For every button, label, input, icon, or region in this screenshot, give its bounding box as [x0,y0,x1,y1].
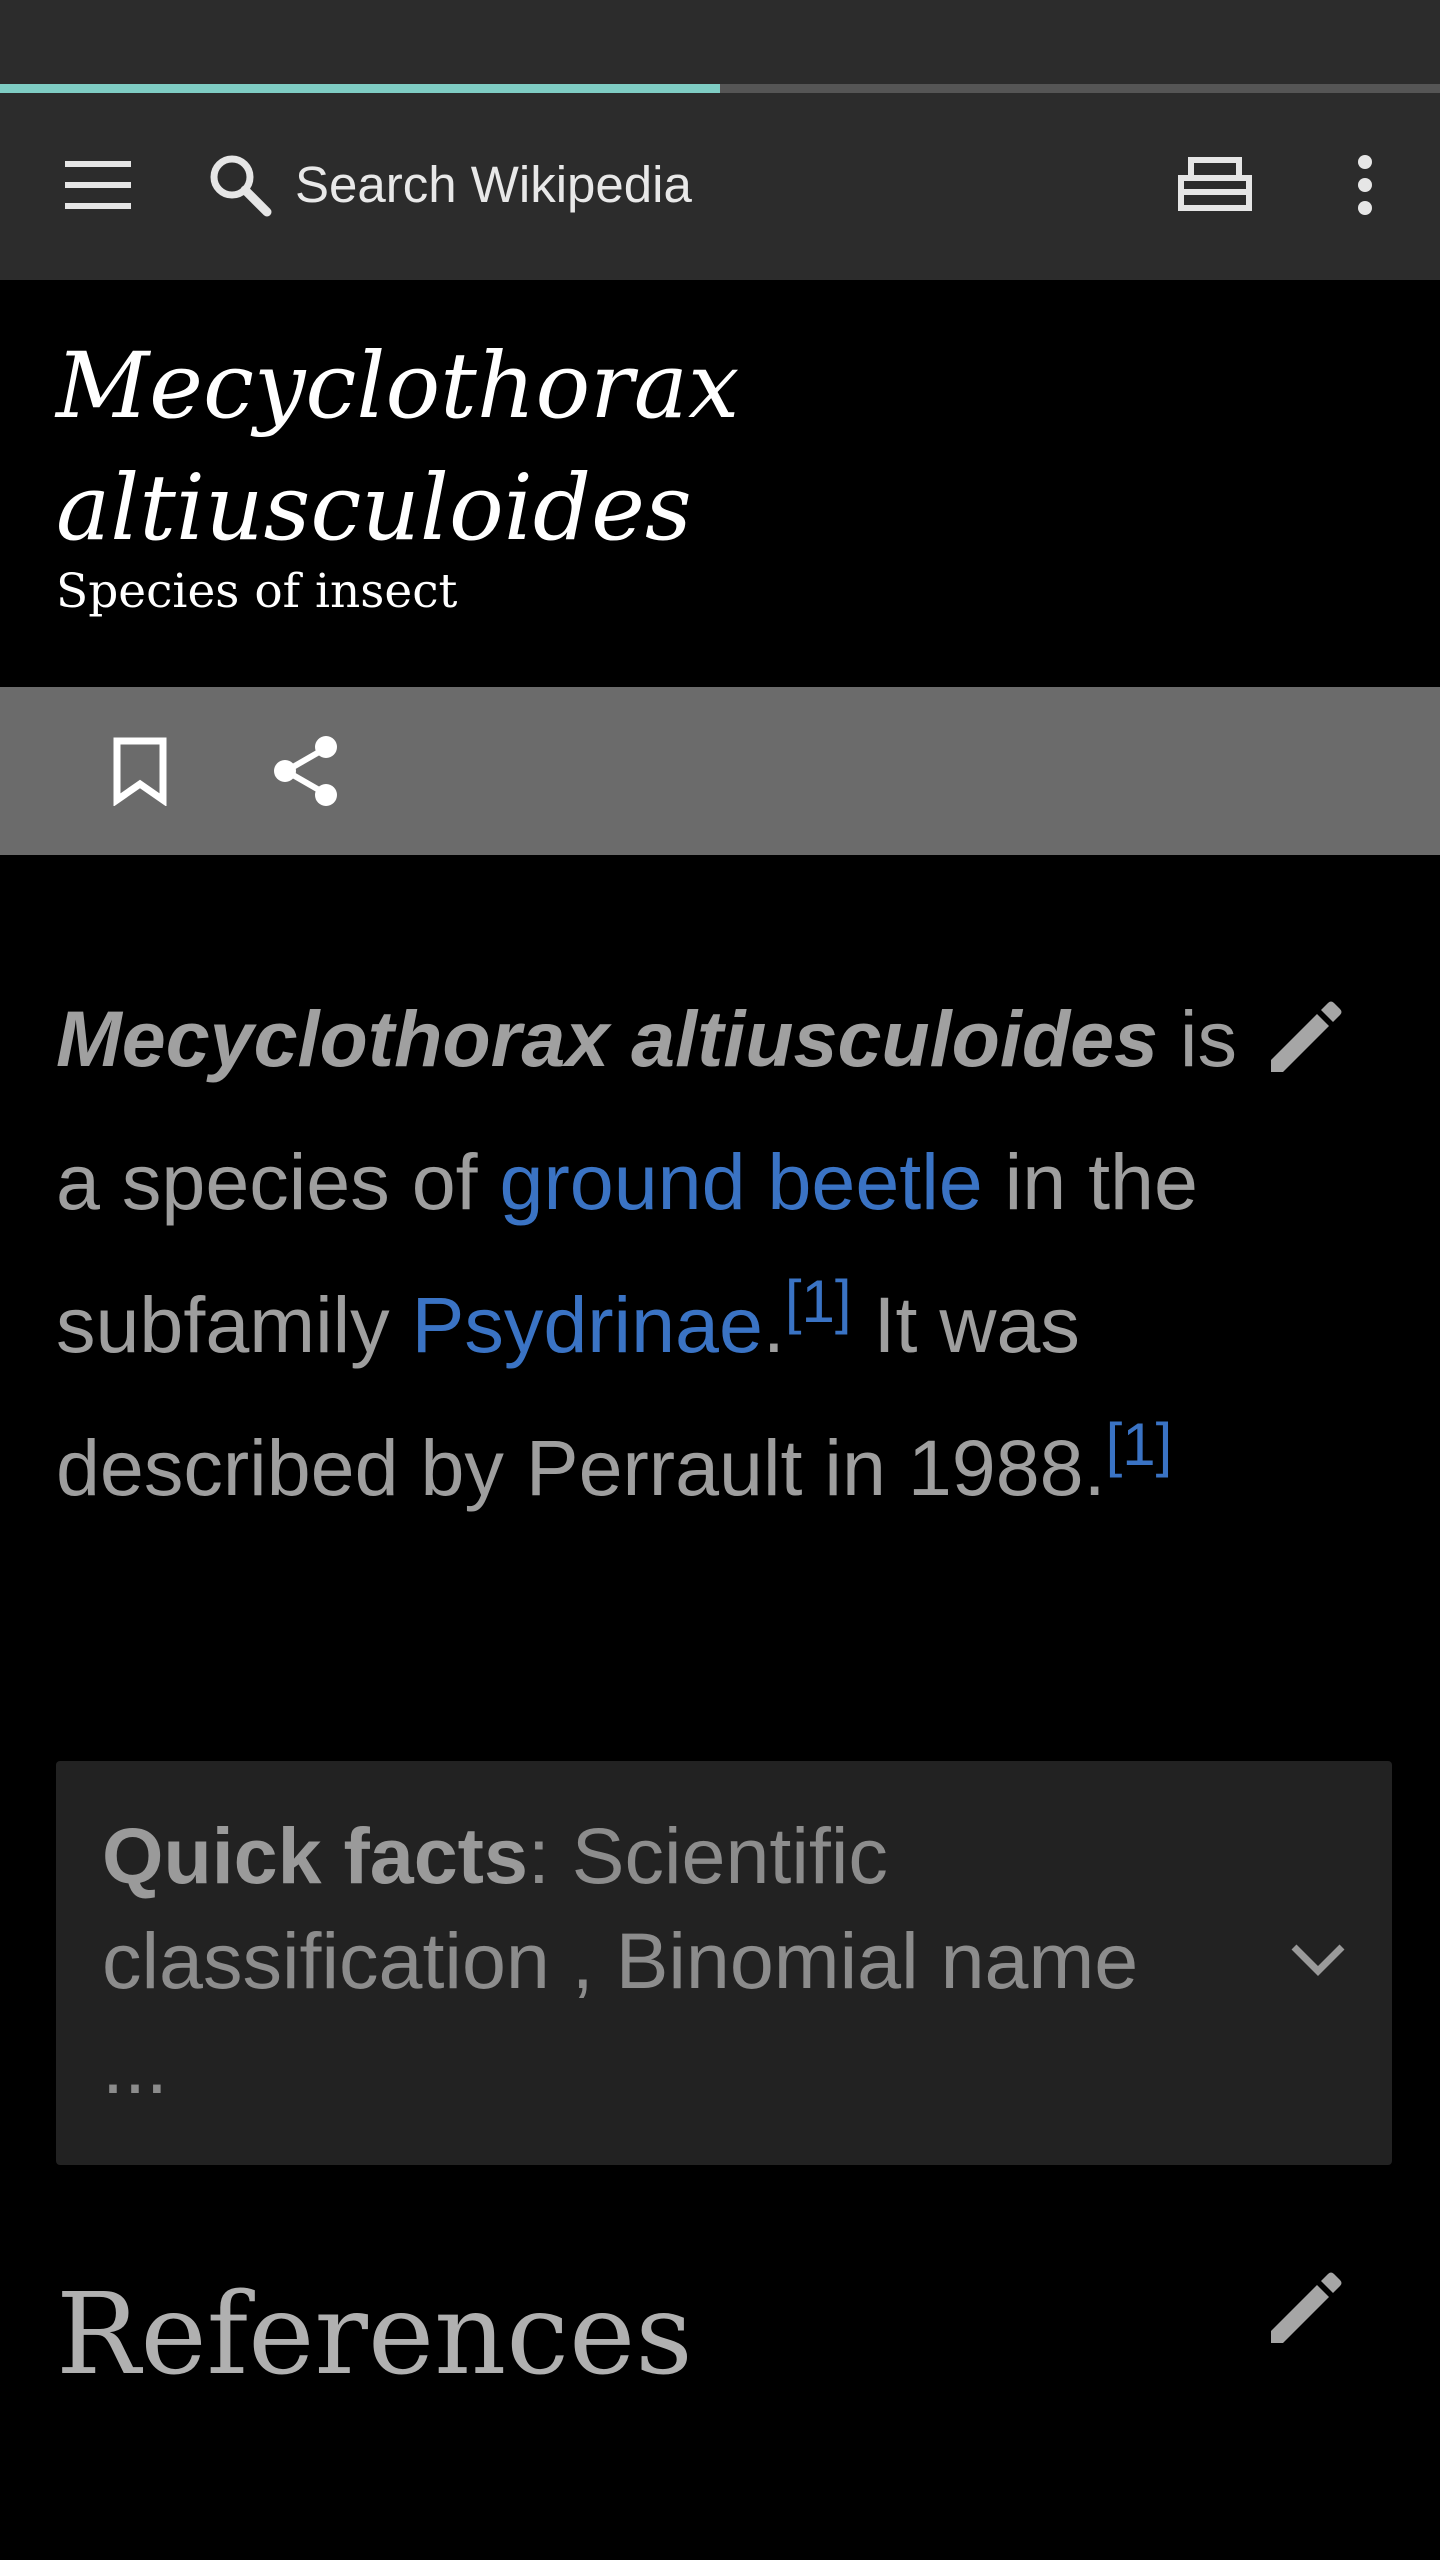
share-button[interactable] [256,715,356,827]
pencil-edit-icon [1271,1001,1342,1072]
article-action-bar [0,687,1440,855]
reference-link-2[interactable]: [1] [1106,1411,1173,1478]
tabs-icon [1178,157,1252,211]
article-content: Mecyclothorax altiusculoides is a specie… [0,855,1440,2560]
chevron-down-icon [1291,1944,1345,1976]
references-heading: References [56,2270,693,2375]
article-title-line-1: Mecyclothorax [56,334,740,439]
overflow-menu-button[interactable] [1310,133,1420,237]
article-header: Mecyclothorax altiusculoides Species of … [0,280,1440,687]
hamburger-menu-icon [65,161,131,209]
search-button[interactable] [190,135,290,235]
lead-text: . [762,1280,785,1369]
tabs-button[interactable] [1160,133,1270,237]
pencil-edit-icon [1271,2272,1342,2343]
psydrinae-link[interactable]: Psydrinae [412,1280,763,1369]
ground-beetle-link[interactable]: ground beetle [500,1137,983,1226]
share-icon [274,736,337,806]
lead-paragraph: Mecyclothorax altiusculoides is a specie… [56,967,1256,1539]
quick-facts-box[interactable]: Quick facts: Scientific classification ,… [56,1761,1392,2165]
more-vertical-icon [1358,155,1372,215]
save-bookmark-button[interactable] [90,715,190,827]
references-section-header: References [0,2250,1440,2375]
quick-facts-summary: Quick facts: Scientific classification ,… [102,1803,1142,2118]
quick-facts-label: Quick facts [102,1811,528,1900]
top-toolbar: Search Wikipedia [0,93,1440,280]
quick-facts-expand-button[interactable] [1268,1909,1368,2009]
search-input[interactable]: Search Wikipedia [295,155,692,215]
edit-lead-section-button[interactable] [1250,983,1360,1093]
article-description: Species of insect [56,564,458,619]
page-load-progress-fill [0,84,720,93]
bookmark-icon [113,737,167,806]
article-subject-name: Mecyclothorax altiusculoides [56,994,1158,1083]
status-bar [0,0,1440,84]
search-icon [210,155,272,217]
page-load-progress-bar [0,84,1440,93]
menu-button[interactable] [40,135,156,235]
edit-references-section-button[interactable] [1250,2254,1360,2364]
article-title: Mecyclothorax altiusculoides [56,326,1356,570]
reference-link-1[interactable]: [1] [785,1268,852,1335]
article-title-line-2: altiusculoides [56,456,692,561]
